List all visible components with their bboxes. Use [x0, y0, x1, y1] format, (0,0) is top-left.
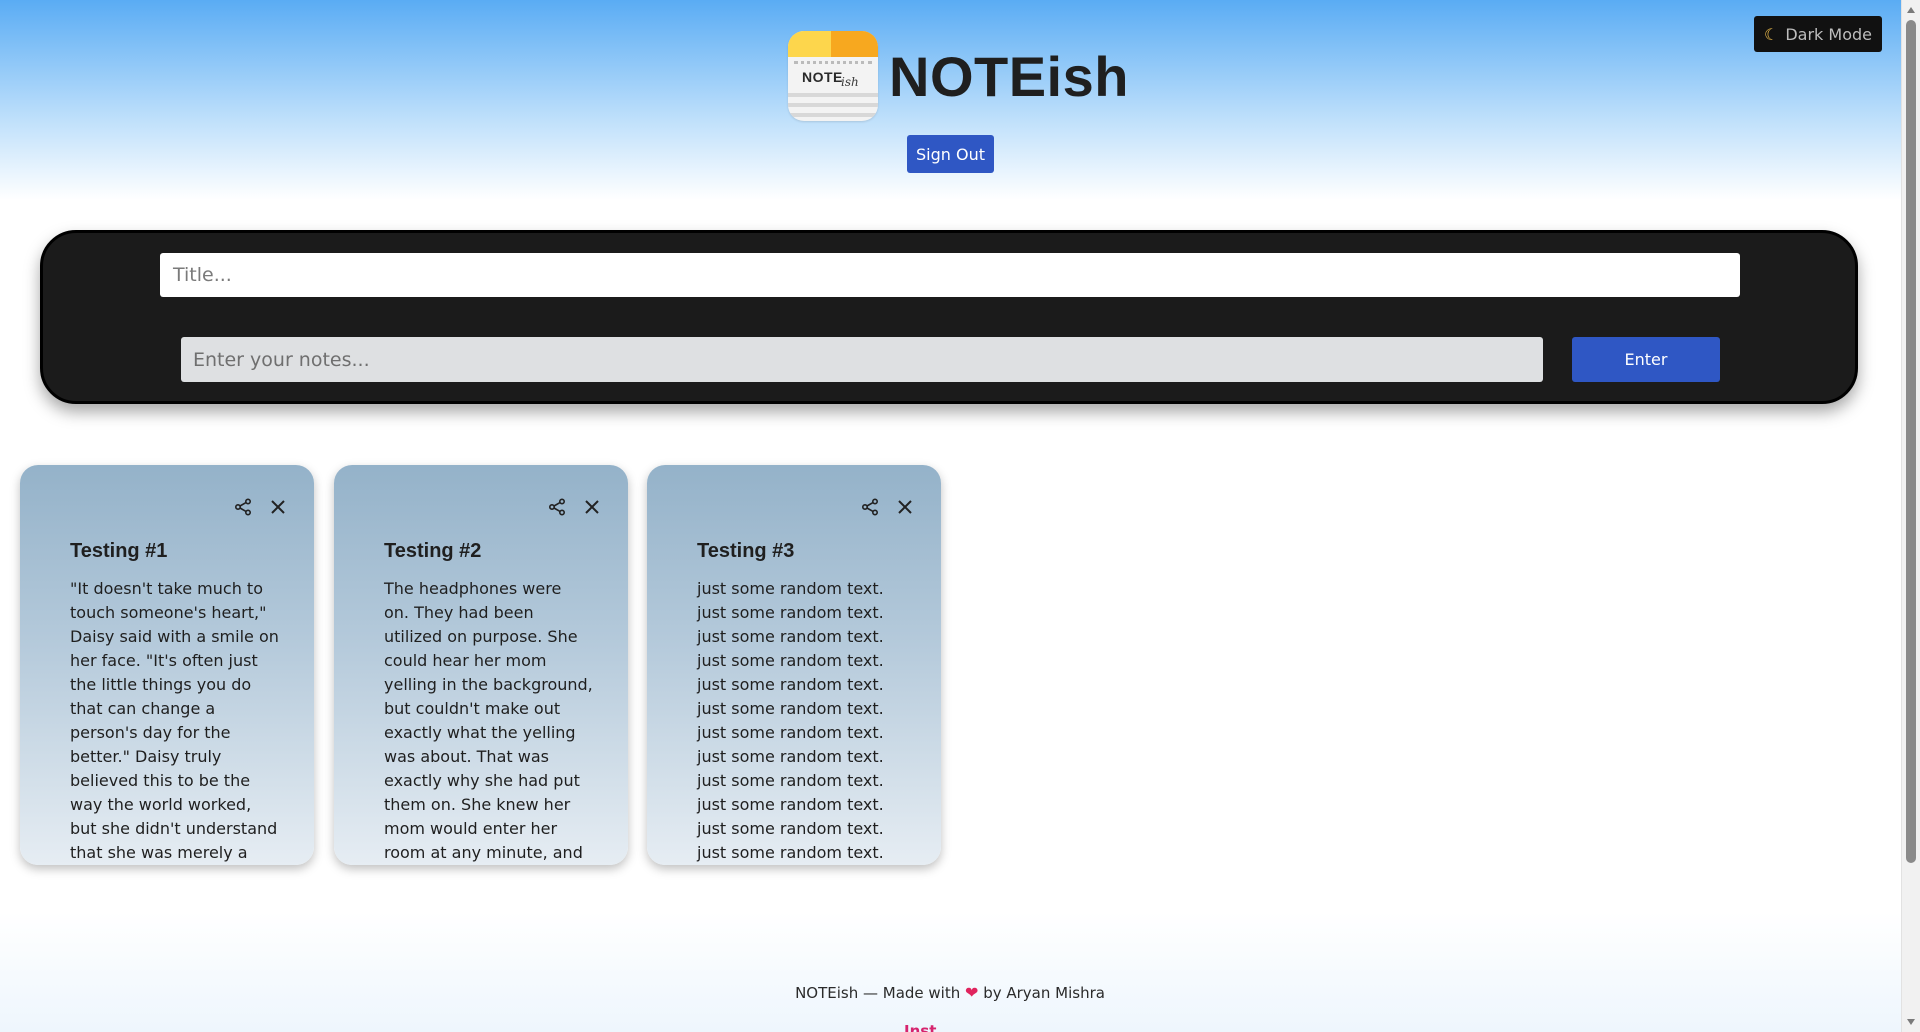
- page-title: NOTEish: [889, 44, 1129, 108]
- close-icon[interactable]: [897, 499, 913, 515]
- share-icon[interactable]: [548, 498, 566, 516]
- note-body: The headphones were on. They had been ut…: [384, 579, 593, 862]
- notes-input[interactable]: Enter your notes...: [181, 337, 1543, 382]
- card-actions: [861, 498, 913, 516]
- heart-icon: ❤: [965, 983, 979, 1002]
- footer-background: [0, 912, 1902, 1032]
- dark-mode-toggle[interactable]: ☾ Dark Mode: [1754, 16, 1882, 52]
- logo-text: NOTE: [802, 69, 843, 85]
- note-card: Testing #2 The headphones were on. They …: [334, 465, 628, 865]
- instagram-link[interactable]: Inst: [904, 1022, 936, 1032]
- scrollbar-thumb[interactable]: [1906, 20, 1916, 863]
- sign-out-button[interactable]: Sign Out: [907, 135, 994, 173]
- scroll-down-arrow-icon[interactable]: [1907, 1019, 1915, 1025]
- dark-mode-label: Dark Mode: [1785, 24, 1872, 44]
- note-title: Testing #3: [697, 540, 795, 562]
- note-title: Testing #2: [384, 540, 482, 562]
- note-title: Testing #1: [70, 540, 168, 562]
- footer-text-before: NOTEish — Made with: [795, 984, 961, 1002]
- close-icon[interactable]: [584, 499, 600, 515]
- close-icon[interactable]: [270, 499, 286, 515]
- card-actions: [548, 498, 600, 516]
- title-input[interactable]: Title...: [160, 253, 1740, 297]
- note-body: just some random text. just some random …: [697, 579, 884, 862]
- note-body: "It doesn't take much to touch someone's…: [70, 579, 279, 862]
- logo-script: ish: [841, 75, 859, 89]
- share-icon[interactable]: [861, 498, 879, 516]
- footer-credit: NOTEish — Made with ❤ by Aryan Mishra: [0, 983, 1900, 1002]
- brand: NOTE ish NOTEish: [788, 31, 1129, 121]
- enter-button[interactable]: Enter: [1572, 337, 1720, 382]
- card-actions: [234, 498, 286, 516]
- note-card: Testing #3 just some random text. just s…: [647, 465, 941, 865]
- page: ☾ Dark Mode NOTE ish NOTEish Sign Out Ti…: [0, 0, 1902, 1032]
- note-card: Testing #1 "It doesn't take much to touc…: [20, 465, 314, 865]
- scroll-up-arrow-icon[interactable]: [1907, 7, 1915, 13]
- footer-text-after: by Aryan Mishra: [983, 984, 1105, 1002]
- app-logo: NOTE ish: [788, 31, 878, 121]
- moon-icon: ☾: [1764, 24, 1779, 44]
- share-icon[interactable]: [234, 498, 252, 516]
- page-scrollbar[interactable]: [1901, 0, 1920, 1032]
